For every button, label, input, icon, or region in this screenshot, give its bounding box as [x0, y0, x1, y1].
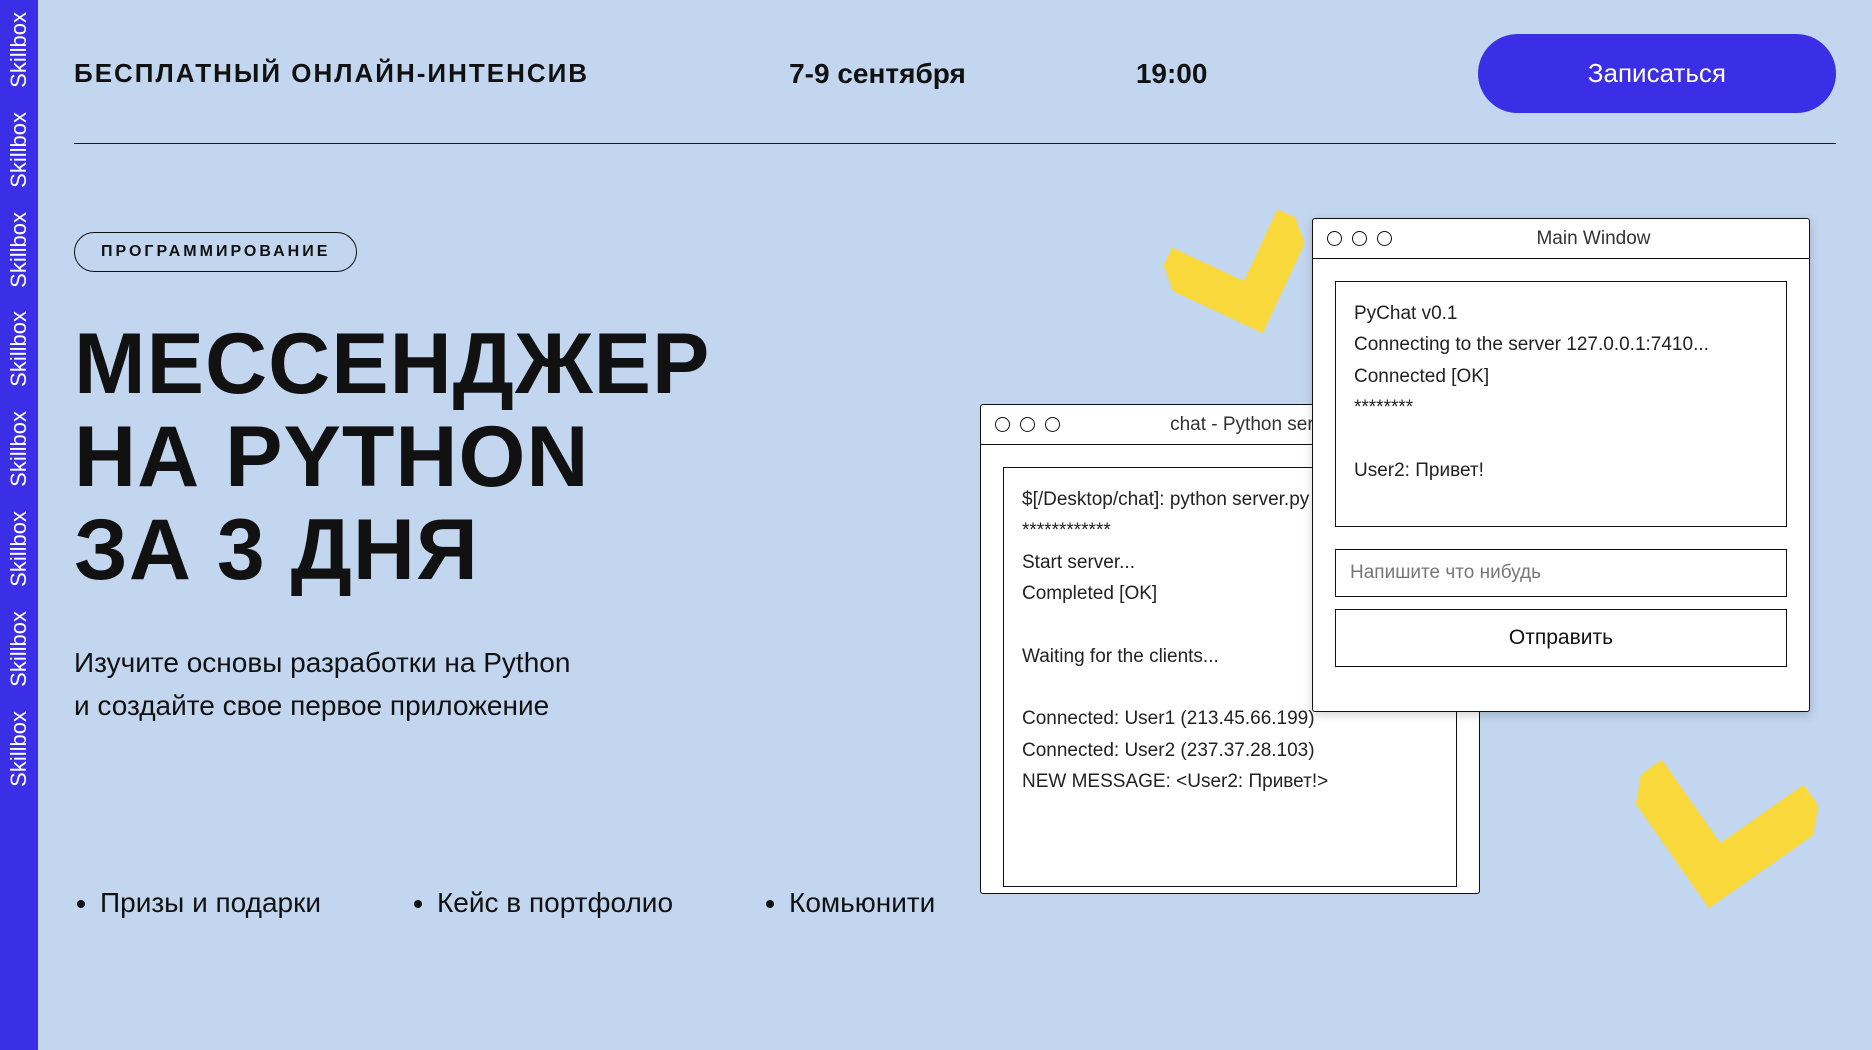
signup-button[interactable]: Записаться	[1478, 34, 1836, 113]
window-dot-icon	[1327, 231, 1342, 246]
window-controls	[1327, 231, 1392, 246]
window-dot-icon	[1020, 417, 1035, 432]
chat-line	[1354, 423, 1768, 454]
main-window: Main Window PyChat v0.1 Connecting to th…	[1312, 218, 1810, 712]
window-dot-icon	[995, 417, 1010, 432]
terminal-line: NEW MESSAGE: <User2: Привет!>	[1022, 766, 1438, 797]
chat-input[interactable]: Напишите что нибудь	[1335, 549, 1787, 597]
header: БЕСПЛАТНЫЙ ОНЛАЙН-ИНТЕНСИВ 7-9 сентября …	[74, 34, 1836, 144]
header-time: 19:00	[1136, 58, 1208, 90]
brand-text: Skillbox	[6, 100, 32, 200]
chat-log-body: PyChat v0.1 Connecting to the server 127…	[1335, 281, 1787, 527]
window-titlebar: Main Window	[1313, 219, 1809, 259]
window-dot-icon	[1045, 417, 1060, 432]
category-badge: ПРОГРАММИРОВАНИЕ	[74, 232, 357, 272]
header-label: БЕСПЛАТНЫЙ ОНЛАЙН-ИНТЕНСИВ	[74, 58, 589, 89]
brand-text: Skillbox	[6, 299, 32, 399]
brand-text: Skillbox	[6, 399, 32, 499]
chat-line: User2: Привет!	[1354, 455, 1768, 486]
bullet-item: Кейс в портфолио	[437, 887, 673, 919]
bullet-item: Призы и подарки	[100, 887, 321, 919]
brand-text: Skillbox	[6, 699, 32, 799]
chevron-icon	[1611, 736, 1825, 976]
brand-text: Skillbox	[6, 0, 32, 100]
window-title: Main Window	[1392, 228, 1795, 250]
send-button[interactable]: Отправить	[1335, 609, 1787, 667]
chat-line: Connecting to the server 127.0.0.1:7410.…	[1354, 329, 1768, 360]
page-content: БЕСПЛАТНЫЙ ОНЛАЙН-ИНТЕНСИВ 7-9 сентября …	[38, 0, 1872, 1050]
window-dot-icon	[1377, 231, 1392, 246]
header-date: 7-9 сентября	[789, 58, 966, 90]
brand-text: Skillbox	[6, 499, 32, 599]
bullet-item: Комьюнити	[789, 887, 935, 919]
chat-line: ********	[1354, 392, 1768, 423]
window-dot-icon	[1352, 231, 1367, 246]
chat-line: Connected [OK]	[1354, 361, 1768, 392]
window-controls	[995, 417, 1060, 432]
terminal-line: Connected: User2 (237.37.28.103)	[1022, 735, 1438, 766]
chat-line: PyChat v0.1	[1354, 298, 1768, 329]
brand-text: Skillbox	[6, 200, 32, 300]
brand-text: Skillbox	[6, 599, 32, 699]
brand-strip: Skillbox Skillbox Skillbox Skillbox Skil…	[0, 0, 38, 1050]
bullet-list: Призы и подарки Кейс в портфолио Комьюни…	[74, 887, 1836, 919]
